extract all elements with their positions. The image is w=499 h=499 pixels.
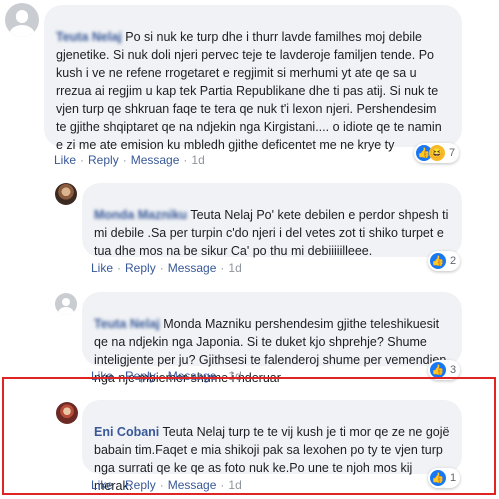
timestamp[interactable]: 1d [228, 261, 241, 275]
reaction-count: 1 [450, 472, 457, 484]
default-avatar-icon [61, 297, 71, 307]
comment-actions: Like · Reply · Message · 1d [91, 261, 242, 275]
reply-link[interactable]: Reply [88, 153, 119, 167]
comment-bubble: Monda Mazniku Teuta Nelaj Po' kete debil… [82, 183, 462, 258]
reply-link[interactable]: Reply [125, 261, 156, 275]
reply-link[interactable]: Reply [125, 478, 156, 492]
comment-bubble: Teuta Nelaj Po si nuk ke turp dhe i thur… [44, 5, 462, 152]
avatar-teuta-nelaj[interactable] [5, 3, 39, 37]
like-link[interactable]: Like [91, 261, 113, 275]
comment-author[interactable]: Teuta Nelaj [94, 317, 160, 331]
reaction-summary[interactable]: 👍 2 [428, 251, 461, 271]
reaction-count: 2 [450, 255, 457, 267]
message-link[interactable]: Message [131, 153, 180, 167]
comment-actions: Like · Reply · Message · 1d [91, 478, 242, 492]
comment-actions: Like · Reply · Message · 1d [54, 153, 205, 167]
comment-author[interactable]: Teuta Nelaj [56, 30, 122, 44]
like-link[interactable]: Like [91, 478, 113, 492]
timestamp[interactable]: 1d [191, 153, 204, 167]
thumbs-up-icon: 👍 [430, 470, 446, 486]
message-link[interactable]: Message [168, 261, 217, 275]
reaction-count: 7 [449, 147, 456, 159]
avatar-teuta-nelaj[interactable] [55, 293, 77, 315]
reaction-summary[interactable]: 👍 1 [428, 468, 461, 488]
avatar-eni-cobani[interactable] [56, 402, 78, 424]
thumbs-up-icon: 👍 [430, 253, 446, 269]
message-link[interactable]: Message [168, 478, 217, 492]
comment-bubble: Teuta Nelaj Monda Mazniku pershendesim g… [82, 292, 462, 385]
comment-author[interactable]: Eni Cobani [94, 425, 159, 439]
comment-author[interactable]: Monda Mazniku [94, 208, 187, 222]
avatar-monda-mazniku[interactable] [55, 183, 77, 205]
like-link[interactable]: Like [54, 153, 76, 167]
default-avatar-icon [15, 10, 29, 24]
reaction-summary[interactable]: 👍 😆 7 [414, 143, 460, 163]
reaction-count: 3 [450, 364, 457, 376]
laughing-face-icon: 😆 [429, 145, 445, 161]
comment-text: Po si nuk ke turp dhe i thurr lavde fami… [56, 30, 442, 152]
thumbs-up-icon: 👍 [430, 362, 446, 378]
comment-bubble: Eni Cobani Teuta Nelaj turp te te vij ku… [82, 400, 462, 493]
timestamp[interactable]: 1d [228, 478, 241, 492]
